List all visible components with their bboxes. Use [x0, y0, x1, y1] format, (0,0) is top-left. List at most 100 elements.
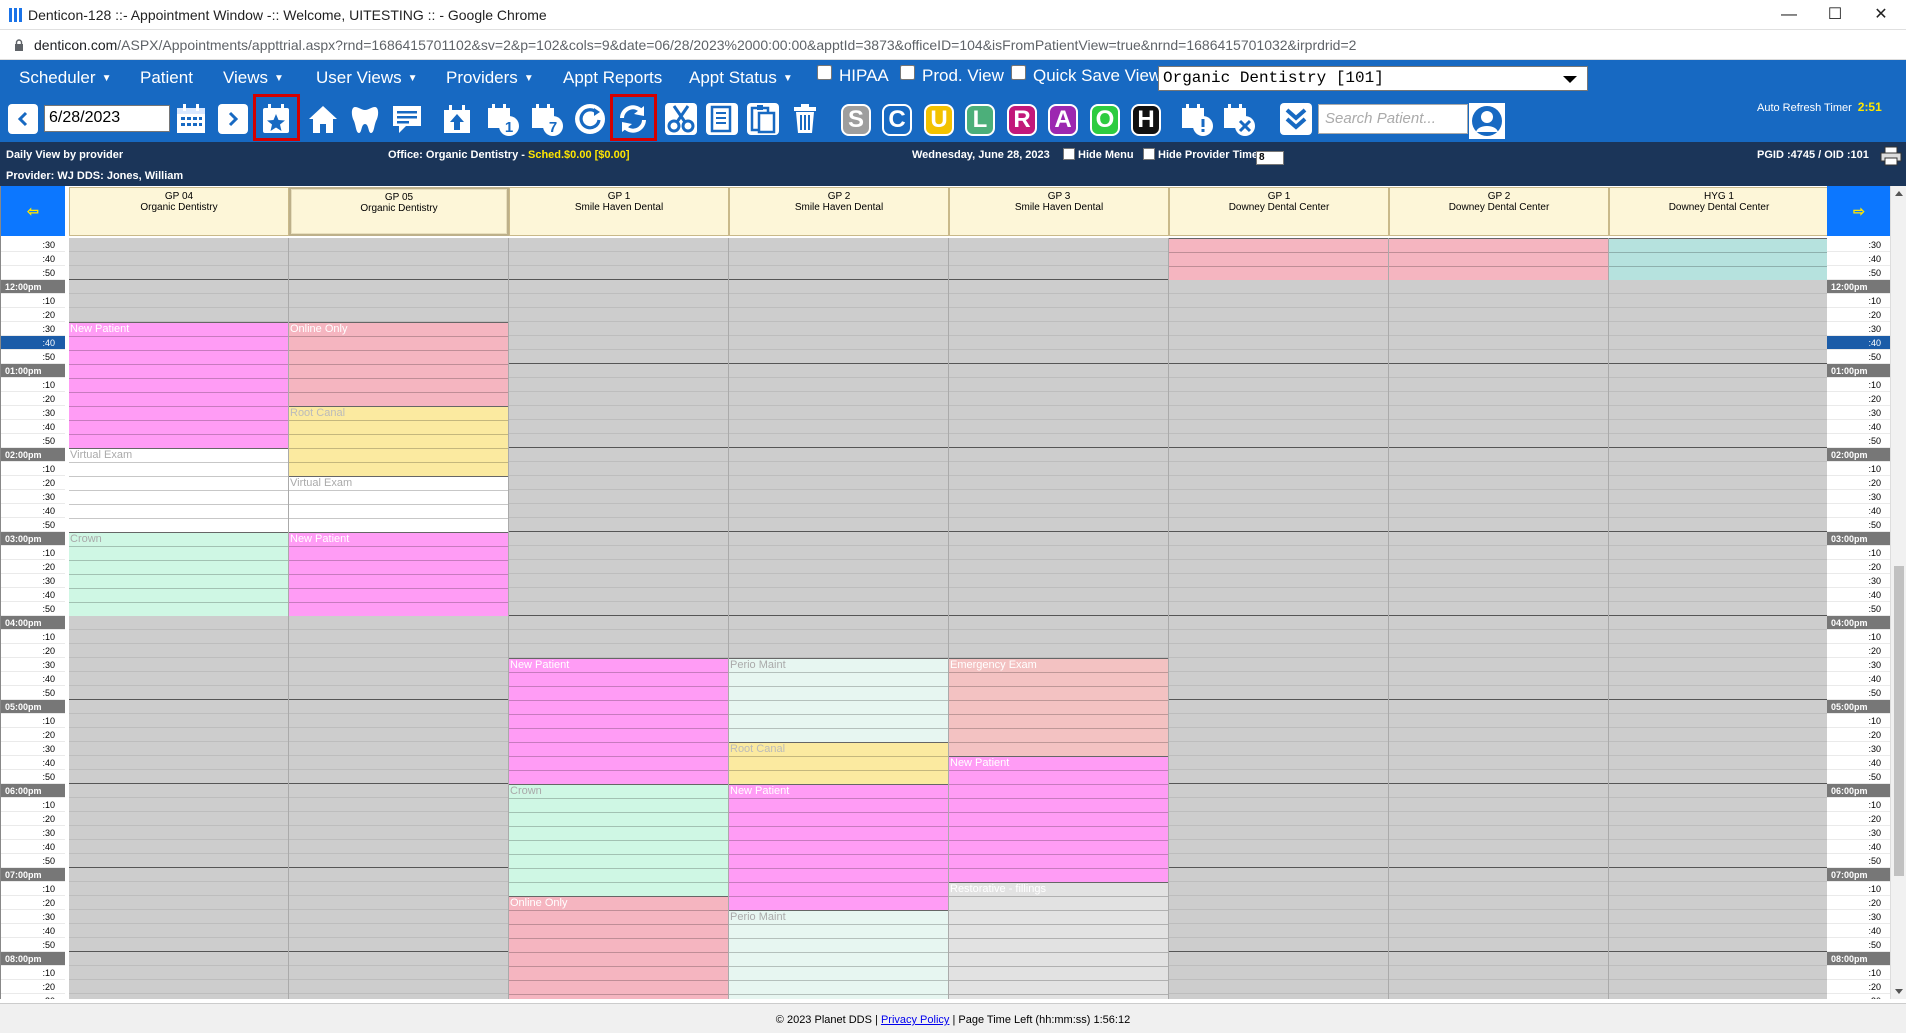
time-slot[interactable]	[729, 308, 948, 322]
appointment-block[interactable]: New Patient	[509, 658, 728, 784]
time-slot[interactable]	[1389, 938, 1608, 952]
menu-user-views[interactable]: User Views ▼	[316, 68, 418, 88]
time-slot[interactable]	[69, 812, 288, 826]
time-slot[interactable]	[1389, 308, 1608, 322]
time-slot[interactable]	[289, 826, 508, 840]
appointment-block[interactable]: Virtual Exam	[289, 476, 508, 532]
time-slot[interactable]	[509, 322, 728, 336]
time-slot[interactable]	[289, 742, 508, 756]
time-slot[interactable]	[1169, 378, 1388, 392]
time-slot[interactable]	[1169, 476, 1388, 490]
time-slot[interactable]	[1389, 980, 1608, 994]
time-slot[interactable]	[1389, 560, 1608, 574]
time-slot[interactable]	[69, 252, 288, 266]
time-slot[interactable]	[509, 252, 728, 266]
time-slot[interactable]	[949, 336, 1168, 350]
time-slot[interactable]	[289, 714, 508, 728]
time-slot[interactable]	[1389, 336, 1608, 350]
time-slot[interactable]	[69, 308, 288, 322]
time-slot[interactable]	[1389, 700, 1608, 714]
time-slot[interactable]	[1169, 882, 1388, 896]
time-slot[interactable]	[949, 532, 1168, 546]
time-slot[interactable]	[1609, 868, 1828, 882]
time-slot[interactable]	[1389, 294, 1608, 308]
quick-save-view-checkbox[interactable]: Quick Save View	[1011, 64, 1161, 86]
time-slot[interactable]	[1169, 294, 1388, 308]
status-a-button[interactable]: A	[1048, 104, 1078, 136]
time-slot[interactable]	[729, 238, 948, 252]
time-slot[interactable]	[1609, 784, 1828, 798]
time-slot[interactable]	[289, 840, 508, 854]
time-slot[interactable]	[1389, 322, 1608, 336]
time-slot[interactable]	[1169, 504, 1388, 518]
time-slot[interactable]	[1609, 322, 1828, 336]
time-slot[interactable]	[1169, 434, 1388, 448]
hide-menu-checkbox[interactable]: Hide Menu	[1063, 148, 1134, 161]
time-slot[interactable]	[949, 448, 1168, 462]
time-slot[interactable]	[729, 616, 948, 630]
time-slot[interactable]	[69, 728, 288, 742]
cancel-appointment-button[interactable]	[1222, 102, 1256, 136]
appointment-block[interactable]: Emergency Exam	[949, 658, 1168, 756]
time-slot[interactable]	[1169, 952, 1388, 966]
vertical-scrollbar[interactable]	[1890, 186, 1906, 999]
time-slot[interactable]	[289, 784, 508, 798]
time-slot[interactable]	[729, 434, 948, 448]
time-slot[interactable]	[1389, 644, 1608, 658]
appointment-block[interactable]: New Patient	[289, 532, 508, 616]
scroll-right-button[interactable]: ⇨	[1827, 186, 1891, 236]
time-slot[interactable]	[1609, 910, 1828, 924]
time-slot[interactable]	[729, 644, 948, 658]
time-slot[interactable]	[729, 574, 948, 588]
time-slot[interactable]	[949, 266, 1168, 280]
time-slot[interactable]	[1169, 840, 1388, 854]
time-slot[interactable]	[1609, 672, 1828, 686]
time-slot[interactable]	[949, 378, 1168, 392]
time-slot[interactable]	[69, 910, 288, 924]
time-slot[interactable]	[1609, 574, 1828, 588]
time-slot[interactable]	[289, 672, 508, 686]
appointment-block[interactable]	[1169, 238, 1388, 280]
time-slot[interactable]	[509, 434, 728, 448]
time-slot[interactable]	[1169, 798, 1388, 812]
appointment-block[interactable]: New Patient	[949, 756, 1168, 882]
time-slot[interactable]	[509, 532, 728, 546]
time-slot[interactable]	[509, 238, 728, 252]
time-slot[interactable]	[1389, 518, 1608, 532]
time-slot[interactable]	[1169, 826, 1388, 840]
time-slot[interactable]	[1609, 476, 1828, 490]
time-slot[interactable]	[69, 826, 288, 840]
privacy-policy-link[interactable]: Privacy Policy	[881, 1014, 949, 1026]
time-slot[interactable]	[289, 700, 508, 714]
chart-button[interactable]	[348, 102, 382, 136]
time-slot[interactable]	[289, 882, 508, 896]
hipaa-checkbox[interactable]: HIPAA	[817, 64, 889, 86]
time-slot[interactable]	[69, 980, 288, 994]
time-slot[interactable]	[949, 630, 1168, 644]
time-slot[interactable]	[509, 294, 728, 308]
time-slot[interactable]	[509, 364, 728, 378]
time-slot[interactable]	[1609, 434, 1828, 448]
time-slot[interactable]	[69, 686, 288, 700]
operatory-column[interactable]: New Patient Virtual Exam Crown	[69, 238, 289, 999]
time-slot[interactable]	[1389, 364, 1608, 378]
collapse-button[interactable]	[1279, 102, 1313, 136]
time-slot[interactable]	[729, 448, 948, 462]
time-slot[interactable]	[1609, 658, 1828, 672]
operatory-column[interactable]	[1389, 238, 1609, 999]
zoom-select[interactable]: 8	[1256, 148, 1284, 165]
time-slot[interactable]	[949, 364, 1168, 378]
menu-views[interactable]: Views ▼	[223, 68, 284, 88]
time-slot[interactable]	[1169, 490, 1388, 504]
time-slot[interactable]	[1169, 322, 1388, 336]
date-input[interactable]: 6/28/2023	[44, 105, 170, 132]
time-slot[interactable]	[1169, 966, 1388, 980]
time-slot[interactable]	[1389, 420, 1608, 434]
time-slot[interactable]	[729, 476, 948, 490]
time-slot[interactable]	[69, 924, 288, 938]
time-slot[interactable]	[1609, 336, 1828, 350]
time-slot[interactable]	[1169, 980, 1388, 994]
time-slot[interactable]	[289, 266, 508, 280]
time-slot[interactable]	[729, 588, 948, 602]
time-slot[interactable]	[1169, 532, 1388, 546]
